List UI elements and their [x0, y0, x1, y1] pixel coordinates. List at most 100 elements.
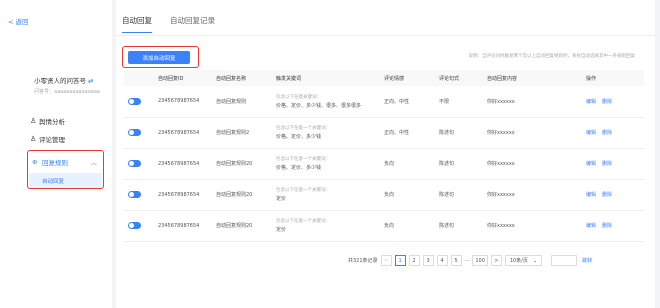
edit-link[interactable]: 编辑: [586, 130, 596, 136]
prev-page-button[interactable]: <: [380, 255, 392, 266]
edit-link[interactable]: 编辑: [586, 192, 596, 198]
tab-auto-reply-records[interactable]: 自动回复记录: [170, 15, 215, 33]
sidebar-item-analysis[interactable]: ♙ 舆情分析: [0, 114, 112, 128]
account-id: 问答号：aaaaaaaaaaaaaaa: [34, 89, 100, 95]
cell-name: 自动回复规则2: [212, 117, 272, 149]
cell-sentence: 陈述句: [435, 117, 483, 149]
cell-sentence: 陈述句: [435, 210, 483, 242]
cell-content: 你好xxxxxx: [483, 210, 582, 242]
cell-keywords: 包含以下任意一个关键词： 定价: [272, 210, 380, 242]
cell-name: 自动回复规则20: [212, 179, 272, 211]
edit-link[interactable]: 编辑: [586, 161, 596, 167]
col-keywords: 触发关键词: [272, 70, 380, 86]
page-button[interactable]: 4: [436, 255, 448, 266]
globe-icon: ⊕: [32, 158, 38, 166]
table-header-row: 自动回复ID 自动回复名称 触发关键词 评论情感 评论句式 自动回复内容 操作: [124, 70, 644, 86]
col-name: 自动回复名称: [212, 70, 272, 86]
table-row: 2345678987654 自动回复规则2 包含以下任意一个关键词： 价格、定价、…: [124, 117, 644, 149]
total-count: 共321条记录: [348, 258, 378, 264]
cell-sentiment: 负向: [380, 210, 435, 242]
rules-table: 自动回复ID 自动回复名称 触发关键词 评论情感 评论句式 自动回复内容 操作 …: [124, 70, 644, 242]
account-name: 小零贤人的问答号: [34, 77, 86, 85]
delete-link[interactable]: 删除: [602, 161, 612, 167]
delete-link[interactable]: 删除: [602, 192, 612, 198]
cell-name: 自动回复规则: [212, 86, 272, 118]
page-size-select[interactable]: 10条/页 ⌄: [504, 255, 543, 266]
comment-icon: ♙: [30, 135, 37, 143]
cell-keywords: 包含以下任意一个关键词： 价格、定价、多少钱: [272, 117, 380, 149]
cell-sentiment: 负向: [380, 148, 435, 180]
col-content: 自动回复内容: [483, 70, 582, 86]
page-button[interactable]: 2: [408, 255, 420, 266]
cell-keywords: 包含以下任意一个关键词： 价格、定价、多少钱: [272, 148, 380, 180]
analysis-icon: ♙: [30, 117, 37, 125]
page-button[interactable]: 3: [422, 255, 434, 266]
cell-content: 你好xxxxxx: [483, 148, 582, 180]
chevron-up-icon: ︿: [90, 159, 97, 167]
main-panel: 自动回复 自动回复记录 添加自动回复 说明：当评论同时触发两个及以上自动回复规则…: [116, 0, 655, 308]
cell-name: 自动回复规则20: [212, 210, 272, 242]
sidebar-group-reply-rules: ⊕ 回复规则 ︿ 自动回复: [27, 150, 104, 189]
edit-link[interactable]: 编辑: [586, 99, 596, 105]
page-button[interactable]: 5: [450, 255, 462, 266]
tab-bar: 自动回复 自动回复记录: [122, 15, 215, 33]
cell-sentence: 不限: [435, 86, 483, 118]
page-ellipsis: ···: [464, 257, 470, 264]
cell-id: 2345678987654: [154, 148, 212, 180]
cell-sentiment: 负向: [380, 179, 435, 211]
cell-id: 2345678987654: [154, 179, 212, 211]
sidebar-item-comments[interactable]: ♙ 评论管理: [0, 132, 112, 146]
cell-content: 你好xxxxxx: [483, 86, 582, 118]
enable-toggle[interactable]: [128, 191, 141, 198]
jump-button[interactable]: 跳转: [582, 257, 592, 264]
cell-id: 2345678987654: [154, 117, 212, 149]
col-toggle: [124, 70, 154, 86]
pagination: 共321条记录 < 1 2 3 4 5 ··· 100 > 10条/页 ⌄ 跳转: [348, 255, 592, 266]
cell-id: 2345678987654: [154, 210, 212, 242]
switch-icon[interactable]: ⇄: [88, 77, 93, 85]
cell-sentence: 陈述句: [435, 148, 483, 180]
delete-link[interactable]: 删除: [602, 223, 612, 229]
next-page-button[interactable]: >: [490, 255, 502, 266]
cell-actions: 编辑 删除: [582, 117, 644, 149]
col-id: 自动回复ID: [154, 70, 212, 86]
cell-actions: 编辑 删除: [582, 148, 644, 180]
cell-content: 你好xxxxxx: [483, 179, 582, 211]
page-button[interactable]: 100: [472, 255, 488, 266]
add-auto-reply-button[interactable]: 添加自动回复: [128, 51, 190, 64]
delete-link[interactable]: 删除: [602, 99, 612, 105]
delete-link[interactable]: 删除: [602, 130, 612, 136]
cell-sentiment: 正向、中性: [380, 86, 435, 118]
cell-keywords: 包含以下任意一个关键词： 定价: [272, 179, 380, 211]
enable-toggle[interactable]: [128, 222, 141, 229]
account-info: 小零贤人的问答号 ⇄ 问答号：aaaaaaaaaaaaaaa: [34, 75, 109, 95]
hint-text: 说明：当评论同时触发两个及以上自动回复规则时，系统自动选择其中一条规则回复: [468, 54, 636, 59]
content-area: 添加自动回复 说明：当评论同时触发两个及以上自动回复规则时，系统自动选择其中一条…: [120, 42, 647, 308]
add-button-highlight: 添加自动回复: [122, 46, 199, 68]
cell-actions: 编辑 删除: [582, 86, 644, 118]
enable-toggle[interactable]: [128, 129, 141, 136]
table-row: 2345678987654 自动回复规则20 包含以下任意一个关键词： 定价 负向…: [124, 210, 644, 242]
sidebar: < 返回 小零贤人的问答号 ⇄ 问答号：aaaaaaaaaaaaaaa ♙ 舆情分析…: [0, 0, 112, 308]
tab-auto-reply[interactable]: 自动回复: [122, 15, 152, 33]
enable-toggle[interactable]: [128, 160, 141, 167]
table-row: 2345678987654 自动回复规则20 包含以下任意一个关键词： 价格、定价…: [124, 148, 644, 180]
edit-link[interactable]: 编辑: [586, 223, 596, 229]
divider: [116, 35, 655, 36]
table-row: 2345678987654 自动回复规则20 包含以下任意一个关键词： 定价 负向…: [124, 179, 644, 211]
cell-sentiment: 正向、中性: [380, 117, 435, 149]
cell-sentence: 陈述句: [435, 179, 483, 211]
enable-toggle[interactable]: [128, 97, 141, 105]
sidebar-subitem-auto-reply[interactable]: 自动回复: [29, 173, 102, 188]
cell-actions: 编辑 删除: [582, 210, 644, 242]
page-button[interactable]: 1: [394, 255, 406, 266]
sidebar-item-reply-rules[interactable]: ⊕ 回复规则 ︿: [28, 151, 103, 173]
col-sentiment: 评论情感: [380, 70, 435, 86]
table-row: 2345678987654 自动回复规则 包含以下任意关键词： 价格、定价、多少钱…: [124, 86, 644, 118]
col-actions: 操作: [582, 70, 644, 86]
cell-id: 2345678987654: [154, 86, 212, 118]
jump-page-input[interactable]: [551, 255, 578, 266]
cell-name: 自动回复规则20: [212, 148, 272, 180]
back-link[interactable]: < 返回: [8, 16, 29, 26]
cell-keywords: 包含以下任意关键词： 价格、定价、多少钱、很多、很多很多: [272, 86, 380, 118]
